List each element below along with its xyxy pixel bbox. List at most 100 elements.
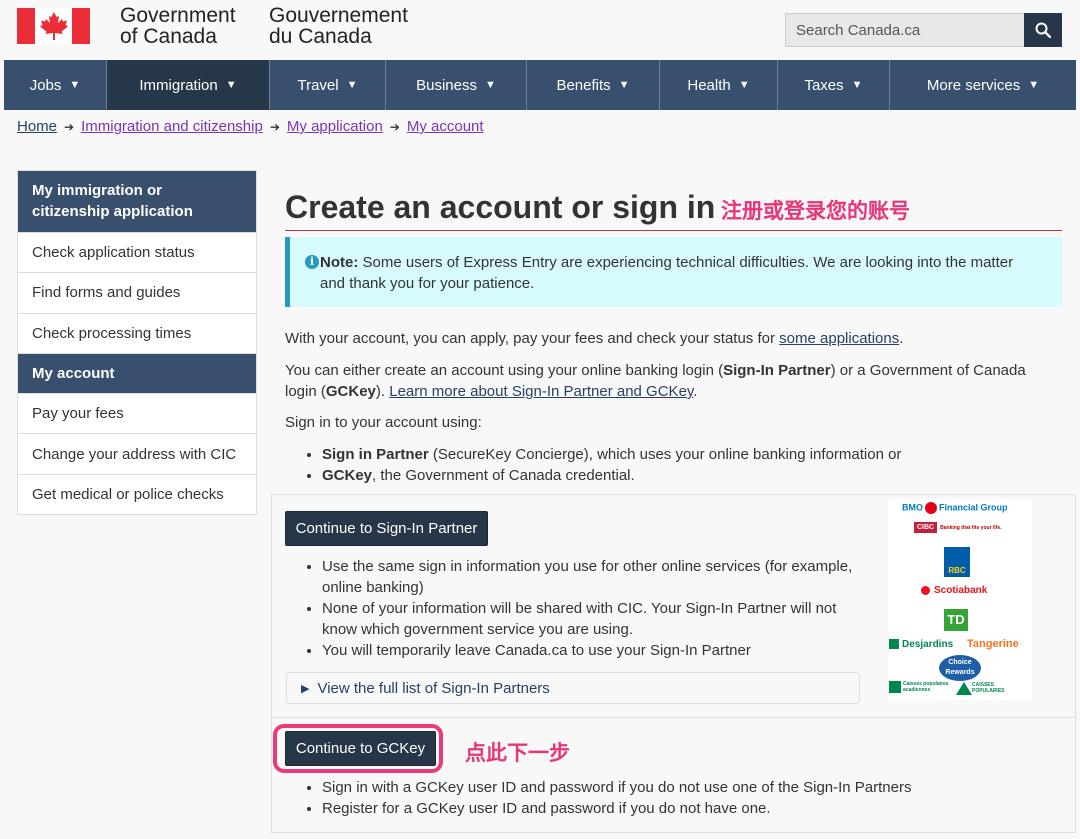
chevron-down-icon: ▼ [738,79,750,91]
continue-sign-in-partner-button[interactable]: Continue to Sign-In Partner [285,511,488,546]
arrow-right-icon: ➔ [269,119,280,134]
info-icon: i [305,255,319,269]
section-menu-item-my-account[interactable]: My account [18,352,256,394]
section-menu-heading[interactable]: My immigration or citizenship applicatio… [18,171,256,232]
menu-item-more-services[interactable]: More services ▼ [890,60,1076,110]
next-step-annotation: 点此下一步 [465,741,570,765]
wordmark-line: of Canada [120,25,217,48]
list-item: Register for a GCKey user ID and passwor… [322,798,1003,819]
menu-item-jobs[interactable]: Jobs ▼ [4,60,107,110]
desjardins-logo: Desjardins [889,639,953,650]
wordmark-line: Gouvernement [269,4,408,27]
scotiabank-logo: Scotiabank [921,585,987,596]
scotiabank-name: Scotiabank [934,585,988,596]
menu-item-immigration[interactable]: Immigration ▼ [107,60,270,110]
page-title: Create an account or sign in [285,189,716,225]
section-menu-item-status[interactable]: Check application status [18,232,256,273]
intro-text: With your account, you can apply, pay yo… [285,330,780,347]
breadcrumb-link-my-account[interactable]: My account [407,118,484,135]
section-menu-item-address[interactable]: Change your address with CIC [18,433,256,474]
list-item: Sign in with a GCKey user ID and passwor… [322,777,1003,798]
partner-points-list: Use the same sign in information you use… [303,556,863,661]
account-options-paragraph: You can either create an account using y… [285,360,1055,402]
list-item: You will temporarily leave Canada.ca to … [322,640,863,661]
intro-text: . [899,330,904,347]
partner-list-toggle-label: View the full list of Sign-In Partners [317,679,550,697]
caisse-line: acadiennes [903,687,931,693]
section-menu-item-medical[interactable]: Get medical or police checks [18,473,256,515]
options-text: You can either create an account using y… [285,362,724,379]
chevron-down-icon: ▼ [1028,79,1040,91]
breadcrumb-link-my-application[interactable]: My application [287,118,383,135]
section-menu: My immigration or citizenship applicatio… [17,170,257,516]
canada-flag-icon[interactable] [17,8,90,44]
learn-more-link[interactable]: Learn more about Sign-In Partner and GCK… [389,383,693,400]
desjardins-name: Desjardins [902,639,954,650]
note-text: Some users of Express Entry are experien… [320,254,1014,292]
section-menu-item-fees[interactable]: Pay your fees [18,393,256,434]
menu-label: More services [926,76,1021,94]
search-input[interactable] [785,13,1024,47]
choice-rewards-logo: Choice Rewards [939,655,981,681]
choice-line: Choice [948,659,972,666]
partner-list-toggle[interactable]: ▶ View the full list of Sign-In Partners [286,672,860,704]
title-row: Create an account or sign in 注册或登录您的账号 [285,185,1063,231]
chevron-down-icon: ▼ [851,79,863,91]
option-text: (SecureKey Concierge), which uses your o… [428,446,902,463]
signin-using-text: Sign in to your account using: [285,414,482,431]
chevron-down-icon: ▼ [225,79,237,91]
triangle-right-icon: ▶ [301,682,310,695]
menu-item-travel[interactable]: Travel ▼ [270,60,386,110]
wordmark-line: Government [120,4,236,27]
rbc-logo: RBC [944,547,970,577]
menu-label: Benefits [556,76,611,94]
list-item: GCKey, the Government of Canada credenti… [322,465,901,486]
option-text: , the Government of Canada credential. [372,467,635,484]
search-icon [1035,22,1051,38]
chevron-down-icon: ▼ [484,79,496,91]
search-button[interactable] [1024,13,1062,47]
menu-item-business[interactable]: Business ▼ [386,60,527,110]
menu-label: Taxes [804,76,844,94]
menu-item-health[interactable]: Health ▼ [660,60,778,110]
list-item: Sign in Partner (SecureKey Concierge), w… [322,444,901,465]
main-content: Create an account or sign in 注册或登录您的账号 [285,185,1063,231]
some-applications-link[interactable]: some applications [779,330,899,347]
title-divider [285,230,1062,231]
gckey-points-list: Sign in with a GCKey user ID and passwor… [303,777,1003,819]
arrow-right-icon: ➔ [389,119,400,134]
wordmark-french[interactable]: Gouvernement du Canada [269,5,408,47]
choice-line: Rewards [945,669,975,676]
site-header: Government of Canada Gouvernement du Can… [0,0,1080,60]
wordmark-line: du Canada [269,25,372,48]
section-menu-item-processing-times[interactable]: Check processing times [18,312,256,353]
chevron-down-icon: ▼ [346,79,358,91]
menu-label: Jobs [29,76,62,94]
wordmark-english[interactable]: Government of Canada [120,5,236,47]
chevron-down-icon: ▼ [618,79,630,91]
bmo-tagline: Financial Group [939,502,1008,513]
site-search [785,13,1062,47]
breadcrumb: Home ➔ Immigration and citizenship ➔ My … [17,118,484,135]
menu-item-taxes[interactable]: Taxes ▼ [778,60,890,110]
section-menu-item-forms[interactable]: Find forms and guides [18,272,256,313]
bmo-name: BMO [902,502,923,513]
options-bold: GCKey [325,383,376,400]
tangerine-logo: Tangerine [967,638,1019,650]
options-text: ). [375,383,390,400]
caisses-acadiennes-logo: Caisses populaires acadiennes [889,681,949,693]
caisses-populaires-logo: CAISSES POPULAIRES [956,682,1005,695]
title-annotation: 注册或登录您的账号 [721,199,910,223]
bank-logos: BMO Financial Group CIBC Banking that fits… [888,499,1032,700]
breadcrumb-link-home[interactable]: Home [17,118,57,135]
option-bold: GCKey [322,467,373,484]
menu-item-benefits[interactable]: Benefits ▼ [527,60,660,110]
menu-label: Travel [297,76,339,94]
cibc-name: CIBC [914,522,938,533]
gckey-highlight-annotation [273,724,443,773]
breadcrumb-link-immigration[interactable]: Immigration and citizenship [81,118,263,135]
note-label: Note: [320,254,359,271]
cibc-tagline: Banking that fits your life. [940,525,1002,531]
cibc-logo: CIBC Banking that fits your life. [914,522,1002,533]
td-logo: TD [944,609,968,631]
